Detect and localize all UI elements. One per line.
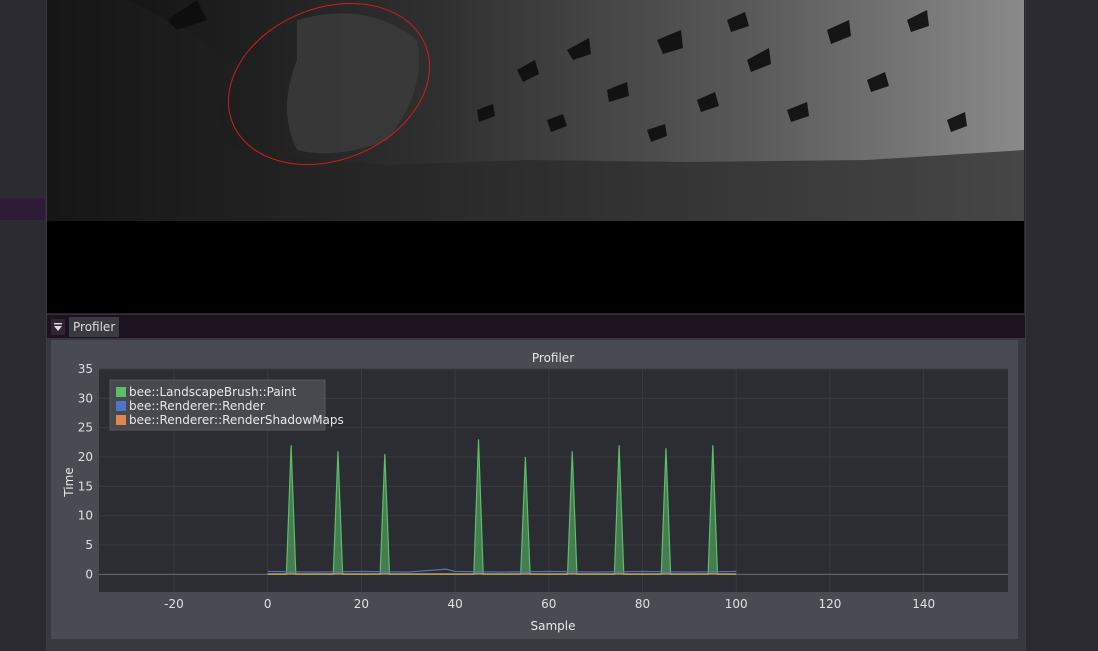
x-tick-label: 60 (541, 597, 556, 611)
y-tick-label: 15 (78, 479, 93, 493)
y-tick-label: 30 (78, 391, 93, 405)
y-tick-label: 0 (85, 567, 93, 581)
legend-swatch (116, 401, 126, 411)
legend-label: bee::Renderer::Render (129, 399, 265, 413)
chart-title: Profiler (532, 351, 574, 365)
x-tick-label: 80 (635, 597, 650, 611)
y-tick-label: 20 (78, 450, 93, 464)
legend-label: bee::Renderer::RenderShadowMaps (129, 413, 344, 427)
x-tick-label: -20 (164, 597, 184, 611)
collapse-button[interactable] (51, 319, 65, 335)
right-side-panel (1025, 0, 1098, 651)
profiler-panel: -20 0 20 40 60 80 100 120 140 0 5 10 15 20 25 30 35 Prof… (47, 338, 1025, 651)
x-tick-label: 120 (818, 597, 841, 611)
y-tick-label: 25 (78, 421, 93, 435)
scene-viewport[interactable] (47, 0, 1024, 313)
y-tick-label: 35 (78, 362, 93, 376)
triangle-down-icon (54, 323, 62, 331)
profiler-plot-frame: -20 0 20 40 60 80 100 120 140 0 5 10 15 20 25 30 35 Prof… (51, 340, 1018, 639)
y-tick-label: 5 (85, 538, 93, 552)
scene-render (47, 0, 1024, 313)
left-side-panel (0, 0, 47, 651)
legend-swatch (116, 415, 126, 425)
x-tick-label: 140 (912, 597, 935, 611)
x-tick-label: 40 (447, 597, 462, 611)
chart-legend: bee::LandscapeBrush::Paintbee::Renderer:… (109, 379, 344, 431)
tab-profiler[interactable]: Profiler (69, 317, 120, 337)
x-axis-label: Sample (531, 619, 576, 633)
profiler-dock-bar: Profiler (47, 314, 1025, 339)
legend-swatch (116, 387, 126, 397)
legend-label: bee::LandscapeBrush::Paint (129, 385, 297, 399)
profiler-chart[interactable]: -20 0 20 40 60 80 100 120 140 0 5 10 15 20 25 30 35 Prof… (51, 340, 1018, 639)
left-panel-selected-row[interactable] (0, 198, 45, 220)
x-tick-label: 100 (725, 597, 748, 611)
y-axis-label: Time (62, 467, 76, 497)
x-tick-label: 20 (354, 597, 369, 611)
y-tick-label: 10 (78, 509, 93, 523)
x-tick-label: 0 (264, 597, 272, 611)
